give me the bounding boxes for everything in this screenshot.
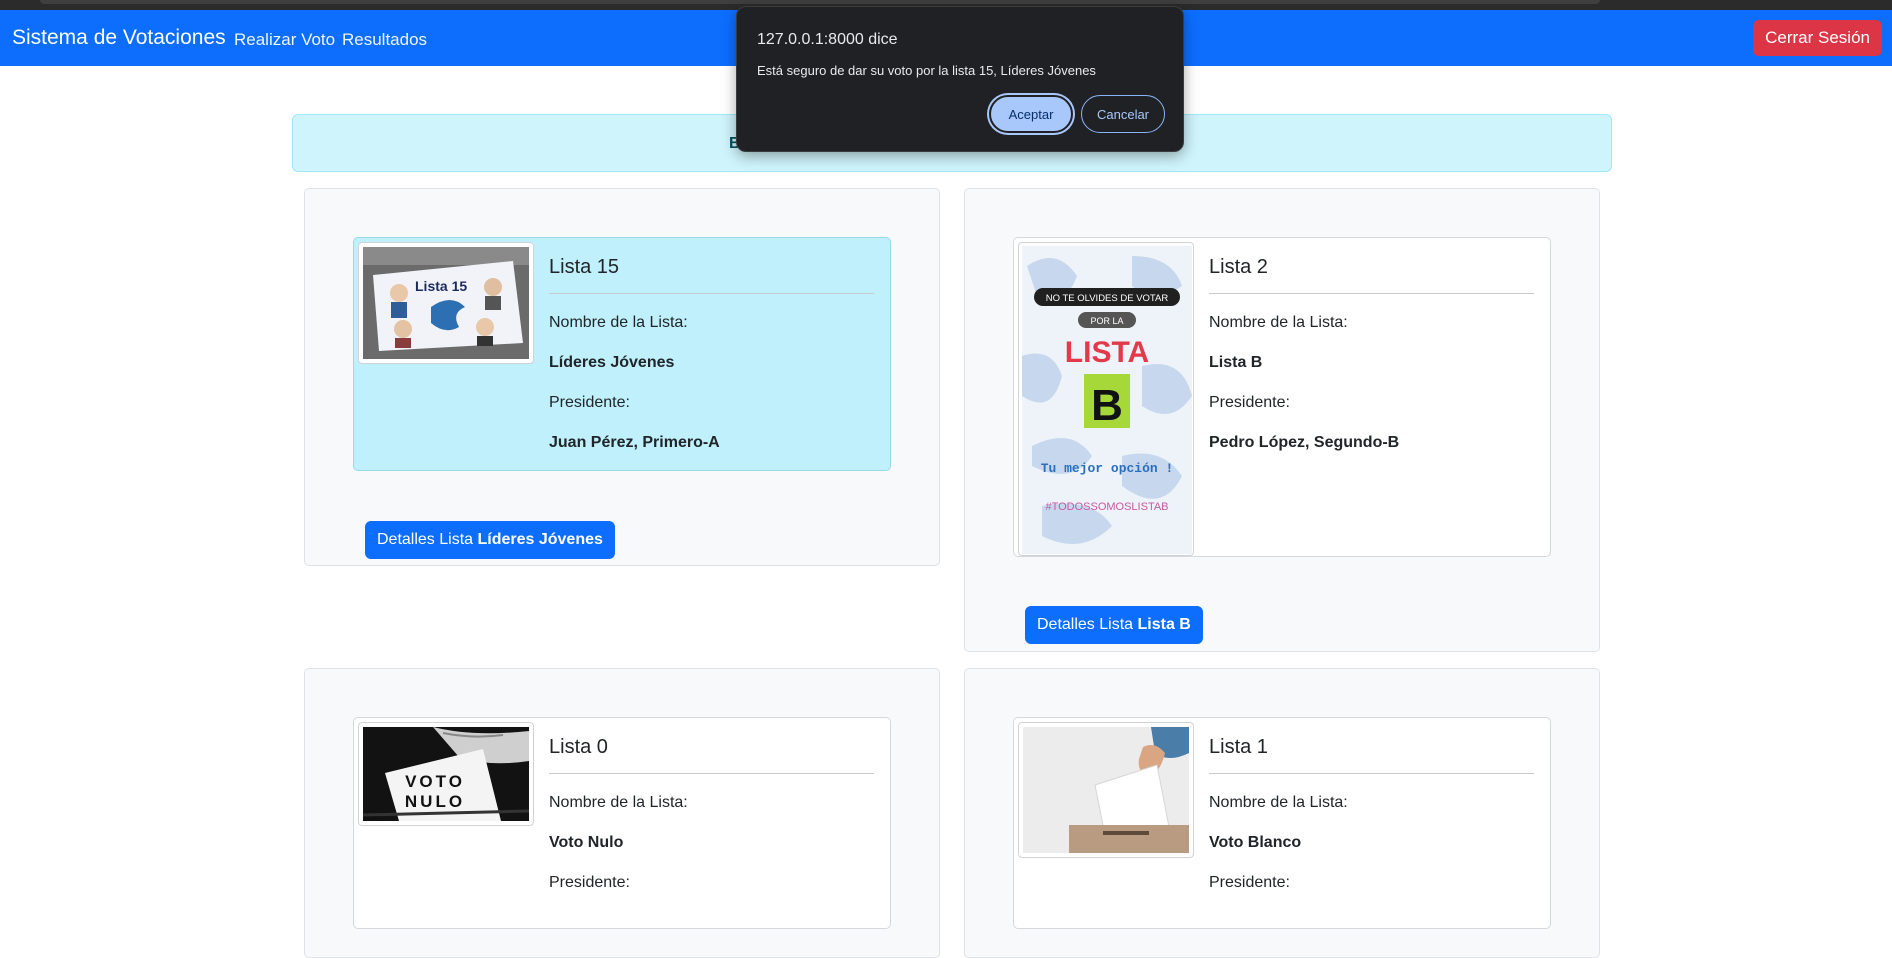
navbar-brand[interactable]: Sistema de Votaciones bbox=[12, 26, 226, 50]
list-name-label: Nombre de la Lista: bbox=[549, 794, 688, 811]
details-prefix: Detalles Lista bbox=[1037, 616, 1138, 633]
confirm-dialog: 127.0.0.1:8000 dice Está seguro de dar s… bbox=[736, 6, 1184, 152]
poster-line1: NO TE OLVIDES DE VOTAR bbox=[1046, 293, 1169, 304]
details-button-lideres-jovenes[interactable]: Detalles Lista Líderes Jóvenes bbox=[365, 521, 615, 559]
list-name-label: Nombre de la Lista: bbox=[1209, 314, 1348, 331]
list-name-value: Voto Blanco bbox=[1209, 834, 1302, 851]
list-card: Lista 15 Lista 15 Nombre de la Lista: Lí… bbox=[304, 188, 940, 566]
list-title: Lista 0 bbox=[549, 736, 608, 758]
list-panel[interactable]: Lista 1 Nombre de la Lista: Voto Blanco … bbox=[1013, 717, 1551, 929]
voto-nulo-icon: VOTO NULO bbox=[358, 722, 534, 826]
nav-link-realizar-voto[interactable]: Realizar Voto bbox=[234, 30, 335, 50]
details-list-name: Lista B bbox=[1137, 616, 1191, 633]
banner-text: Lista 15 bbox=[415, 278, 467, 294]
nav-link-resultados[interactable]: Resultados bbox=[342, 30, 427, 50]
list-name-label: Nombre de la Lista: bbox=[549, 314, 688, 331]
details-list-name: Líderes Jóvenes bbox=[477, 531, 603, 548]
dialog-title: 127.0.0.1:8000 dice bbox=[757, 31, 898, 48]
list-title: Lista 2 bbox=[1209, 256, 1268, 278]
list-name-value: Líderes Jóvenes bbox=[549, 354, 675, 371]
browser-tab-edge bbox=[40, 0, 1600, 4]
poster-letter: B bbox=[1091, 381, 1123, 430]
title-divider bbox=[1209, 293, 1534, 294]
list-panel-selected[interactable]: Lista 15 Lista 15 Nombre de la Lista: Lí… bbox=[353, 237, 891, 471]
list-name-value: Lista B bbox=[1209, 354, 1263, 371]
ballot-box-icon bbox=[1018, 722, 1194, 858]
dialog-message: Está seguro de dar su voto por la lista … bbox=[757, 63, 1096, 78]
list-card: VOTO NULO Lista 0 Nombre de la Lista: Vo… bbox=[304, 668, 940, 958]
list-name-value: Voto Nulo bbox=[549, 834, 624, 851]
list-panel[interactable]: VOTO NULO Lista 0 Nombre de la Lista: Vo… bbox=[353, 717, 891, 929]
president-label: Presidente: bbox=[1209, 394, 1290, 411]
dialog-cancel-button[interactable]: Cancelar bbox=[1081, 95, 1165, 133]
list-name-label: Nombre de la Lista: bbox=[1209, 794, 1348, 811]
poster-slogan: Tu mejor opción ! bbox=[1041, 461, 1174, 476]
poster-line3: LISTA bbox=[1065, 336, 1149, 369]
president-label: Presidente: bbox=[1209, 874, 1290, 891]
poster-lista-b-icon: NO TE OLVIDES DE VOTAR POR LA LISTA B Tu… bbox=[1018, 242, 1194, 556]
president-value: Juan Pérez, Primero-A bbox=[549, 434, 720, 451]
president-label: Presidente: bbox=[549, 394, 630, 411]
details-button-lista-b[interactable]: Detalles Lista Lista B bbox=[1025, 606, 1203, 644]
poster-hashtag: #TODOSSOMOSLISTAB bbox=[1045, 501, 1168, 513]
logout-button[interactable]: Cerrar Sesión bbox=[1753, 20, 1882, 56]
title-divider bbox=[1209, 773, 1534, 774]
poster-line2: POR LA bbox=[1090, 316, 1123, 326]
title-divider bbox=[549, 773, 874, 774]
details-prefix: Detalles Lista bbox=[377, 531, 478, 548]
voto-nulo-line1: VOTO bbox=[405, 772, 465, 791]
banner-lista-15-icon: Lista 15 bbox=[358, 242, 534, 364]
list-card: Lista 1 Nombre de la Lista: Voto Blanco … bbox=[964, 668, 1600, 958]
president-label: Presidente: bbox=[549, 874, 630, 891]
dialog-accept-button[interactable]: Aceptar bbox=[989, 95, 1073, 133]
title-divider bbox=[549, 293, 874, 294]
list-title: Lista 1 bbox=[1209, 736, 1268, 758]
list-title: Lista 15 bbox=[549, 256, 620, 278]
list-panel[interactable]: NO TE OLVIDES DE VOTAR POR LA LISTA B Tu… bbox=[1013, 237, 1551, 557]
voto-nulo-line2: NULO bbox=[405, 792, 465, 811]
president-value: Pedro López, Segundo-B bbox=[1209, 434, 1400, 451]
list-card: NO TE OLVIDES DE VOTAR POR LA LISTA B Tu… bbox=[964, 188, 1600, 652]
